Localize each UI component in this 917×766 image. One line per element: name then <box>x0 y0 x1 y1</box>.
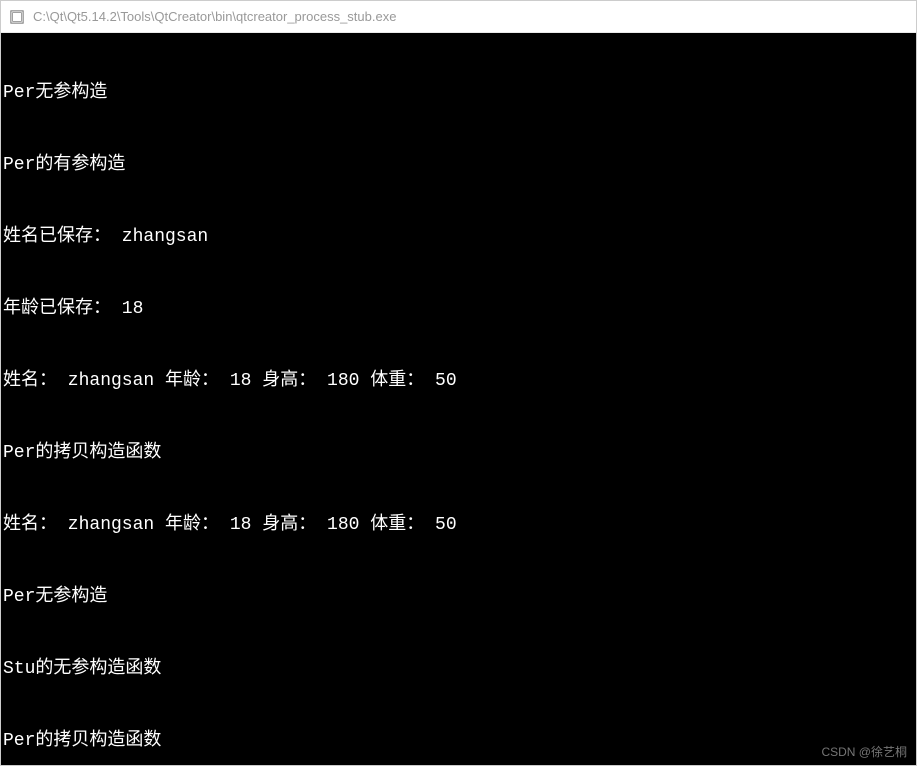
window-title: C:\Qt\Qt5.14.2\Tools\QtCreator\bin\qtcre… <box>33 9 396 24</box>
console-line: 姓名： zhangsan 年龄： 18 身高： 180 体重： 50 <box>3 369 914 393</box>
console-output[interactable]: Per无参构造 Per的有参构造 姓名已保存： zhangsan 年龄已保存： … <box>1 33 916 765</box>
console-line: Per的拷贝构造函数 <box>3 441 914 465</box>
console-line: Stu的无参构造函数 <box>3 657 914 681</box>
console-line: 年龄已保存： 18 <box>3 297 914 321</box>
watermark: CSDN @徐艺桐 <box>821 743 907 760</box>
console-line: 姓名已保存： zhangsan <box>3 225 914 249</box>
console-line: Per的有参构造 <box>3 153 914 177</box>
app-icon <box>9 9 25 25</box>
console-window: C:\Qt\Qt5.14.2\Tools\QtCreator\bin\qtcre… <box>0 0 917 766</box>
console-line: Per的拷贝构造函数 <box>3 729 914 753</box>
console-line: 姓名： zhangsan 年龄： 18 身高： 180 体重： 50 <box>3 513 914 537</box>
window-titlebar[interactable]: C:\Qt\Qt5.14.2\Tools\QtCreator\bin\qtcre… <box>1 1 916 33</box>
console-line: Per无参构造 <box>3 81 914 105</box>
console-line: Per无参构造 <box>3 585 914 609</box>
